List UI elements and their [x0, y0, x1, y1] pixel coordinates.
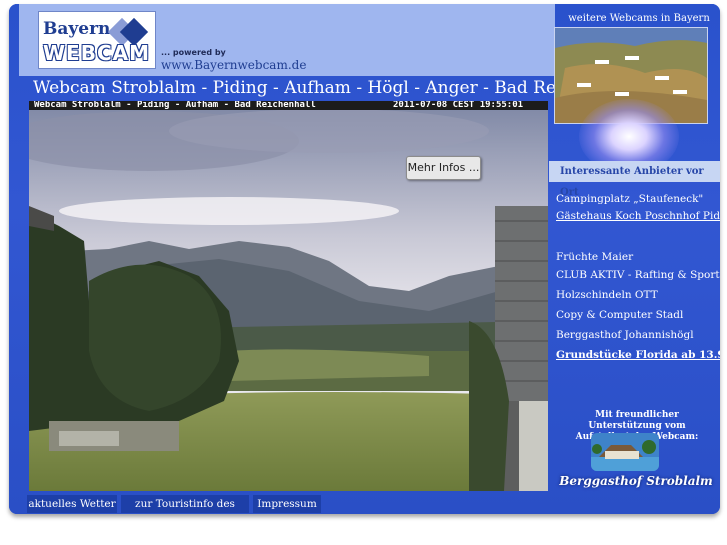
- webcam-overlay-label: Webcam Stroblalm - Piding - Aufham - Bad…: [34, 101, 316, 110]
- provider-link[interactable]: Campingplatz „Staufeneck": [556, 193, 703, 205]
- webcam-info-strip: Webcam Stroblalm - Piding - Aufham - Bad…: [29, 101, 548, 110]
- berggasthof-name[interactable]: Berggasthof Stroblalm: [556, 474, 716, 488]
- provider-link[interactable]: CLUB AKTIV - Rafting & Sport: [556, 269, 720, 281]
- provider-link[interactable]: Holzschindeln OTT: [556, 289, 658, 301]
- webcam-image: Webcam Stroblalm - Piding - Aufham - Bad…: [29, 101, 548, 491]
- logo-bayern-text: Bayern: [43, 19, 111, 39]
- provider-link[interactable]: Berggasthof Johannishögl: [556, 329, 694, 341]
- logo-webcam-text: WEBCAM: [43, 41, 151, 65]
- nav-weather[interactable]: aktuelles Wetter: [27, 495, 117, 513]
- powered-by-label: ... powered by: [161, 48, 226, 57]
- provider-link[interactable]: Früchte Maier: [556, 251, 633, 263]
- header: Bayern WEBCAM ... powered by www.Bayernw…: [19, 4, 555, 76]
- nav-imprint[interactable]: Impressum: [253, 495, 321, 513]
- sidebar: weitere Webcams in Bayern Interessante A…: [549, 4, 720, 494]
- providers-heading: Interessante Anbieter vor Ort: [549, 161, 720, 198]
- nav-tourist-info[interactable]: zur Touristinfo des Ortes: [121, 495, 249, 513]
- provider-link[interactable]: Grundstücke Florida ab 13.999 €: [556, 349, 720, 361]
- more-info-button[interactable]: Mehr Infos ...: [406, 156, 481, 180]
- site-url-link[interactable]: www.Bayernwebcam.de: [161, 58, 306, 72]
- webcam-timestamp: 2011-07-08 CEST 19:55:01: [393, 101, 524, 110]
- berggasthof-photo[interactable]: [591, 433, 659, 471]
- more-webcams-title: weitere Webcams in Bayern: [568, 13, 710, 24]
- page-frame: Bayern WEBCAM ... powered by www.Bayernw…: [9, 4, 720, 514]
- bayern-webcam-logo[interactable]: Bayern WEBCAM: [38, 11, 156, 69]
- provider-link[interactable]: Gästehaus Koch Poschnhof Piding: [556, 210, 720, 222]
- page-title: Webcam Stroblalm - Piding - Aufham - Hög…: [33, 78, 635, 98]
- berggasthof-image: [591, 433, 659, 471]
- provider-link[interactable]: Copy & Computer Stadl: [556, 309, 683, 321]
